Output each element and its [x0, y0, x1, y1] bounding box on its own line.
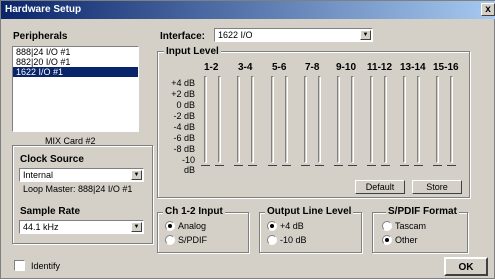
level-slider[interactable] — [248, 76, 257, 166]
spdif-format-label: S/PDIF Format — [386, 206, 459, 217]
default-button[interactable]: Default — [355, 180, 405, 194]
identify-checkbox[interactable] — [14, 260, 25, 271]
sample-rate-select[interactable]: 44.1 kHz ▼ — [19, 220, 144, 234]
ch12-input-label: Ch 1-2 Input — [163, 206, 225, 217]
channel-header: 5-6 — [272, 62, 287, 73]
db-scale-label: -6 dB — [173, 133, 195, 143]
chevron-down-icon[interactable]: ▼ — [131, 222, 142, 232]
level-slider[interactable] — [433, 76, 442, 166]
db-scale-label: 0 dB — [176, 100, 195, 110]
level-slider[interactable] — [367, 76, 376, 166]
level-slider[interactable] — [414, 76, 423, 166]
close-icon[interactable]: x — [481, 3, 495, 16]
level-slider[interactable] — [201, 76, 210, 166]
hardware-setup-window: Hardware Setup x Peripherals 888|24 I/O … — [0, 0, 495, 279]
peripherals-list[interactable]: 888|24 I/O #1 882|20 I/O #1 1622 I/O #1 — [12, 46, 139, 132]
channel-header: 11-12 — [367, 62, 393, 73]
radio-analog-label: Analog — [178, 221, 207, 231]
radio-other-label: Other — [395, 235, 418, 245]
level-slider[interactable] — [315, 76, 324, 166]
db-scale-label: -8 dB — [173, 144, 195, 154]
radio-minus10db[interactable] — [267, 235, 277, 245]
radio-tascam[interactable] — [382, 221, 392, 231]
level-slider[interactable] — [215, 76, 224, 166]
clock-source-value: Internal — [23, 170, 54, 180]
level-slider[interactable] — [400, 76, 409, 166]
channel-header: 15-16 — [433, 62, 459, 73]
peripheral-item[interactable]: 882|20 I/O #1 — [13, 57, 138, 67]
input-level-label: Input Level — [164, 46, 221, 57]
spdif-format-group — [372, 212, 468, 253]
db-scale-label: +4 dB — [171, 78, 195, 88]
output-line-level-label: Output Line Level — [265, 206, 354, 217]
chevron-down-icon[interactable]: ▼ — [131, 170, 142, 180]
db-scale-label: -10 dB — [181, 155, 195, 175]
ch12-input-group — [157, 212, 249, 253]
channel-header: 1-2 — [204, 62, 219, 73]
interface-label: Interface: — [160, 31, 206, 42]
store-button[interactable]: Store — [412, 180, 462, 194]
level-slider[interactable] — [268, 76, 277, 166]
level-slider[interactable] — [334, 76, 343, 166]
db-scale-label: -2 dB — [173, 111, 195, 121]
db-scale-label: -4 dB — [173, 122, 195, 132]
channel-header: 3-4 — [238, 62, 253, 73]
title-bar: Hardware Setup x — [1, 1, 495, 19]
radio-plus4db-label: +4 dB — [280, 221, 304, 231]
output-line-level-group — [259, 212, 362, 253]
level-slider[interactable] — [447, 76, 456, 166]
channel-header: 7-8 — [305, 62, 320, 73]
loop-master-text: Loop Master: 888|24 I/O #1 — [23, 184, 133, 194]
clock-source-select[interactable]: Internal ▼ — [19, 168, 144, 182]
peripheral-item[interactable]: 888|24 I/O #1 — [13, 47, 138, 57]
peripheral-item-selected[interactable]: 1622 I/O #1 — [13, 67, 138, 77]
level-slider[interactable] — [381, 76, 390, 166]
channel-header: 13-14 — [400, 62, 426, 73]
interface-value: 1622 I/O — [218, 30, 253, 40]
level-slider[interactable] — [282, 76, 291, 166]
level-slider[interactable] — [234, 76, 243, 166]
channel-header: 9-10 — [336, 62, 357, 73]
radio-tascam-label: Tascam — [395, 221, 427, 231]
level-slider[interactable] — [301, 76, 310, 166]
interface-select[interactable]: 1622 I/O ▼ — [214, 28, 373, 42]
chevron-down-icon[interactable]: ▼ — [360, 30, 371, 40]
sample-rate-value: 44.1 kHz — [23, 222, 59, 232]
window-title: Hardware Setup — [5, 4, 82, 15]
radio-plus4db[interactable] — [267, 221, 277, 231]
peripherals-label: Peripherals — [13, 31, 68, 42]
radio-spdif[interactable] — [165, 235, 175, 245]
radio-minus10db-label: -10 dB — [280, 235, 307, 245]
radio-other[interactable] — [382, 235, 392, 245]
db-scale-label: +2 dB — [171, 89, 195, 99]
radio-analog[interactable] — [165, 221, 175, 231]
clock-source-label: Clock Source — [20, 154, 84, 165]
sample-rate-label: Sample Rate — [20, 206, 81, 217]
ok-button[interactable]: OK — [444, 257, 488, 276]
identify-label: Identify — [31, 261, 61, 271]
level-slider[interactable] — [348, 76, 357, 166]
radio-spdif-label: S/PDIF — [178, 235, 208, 245]
